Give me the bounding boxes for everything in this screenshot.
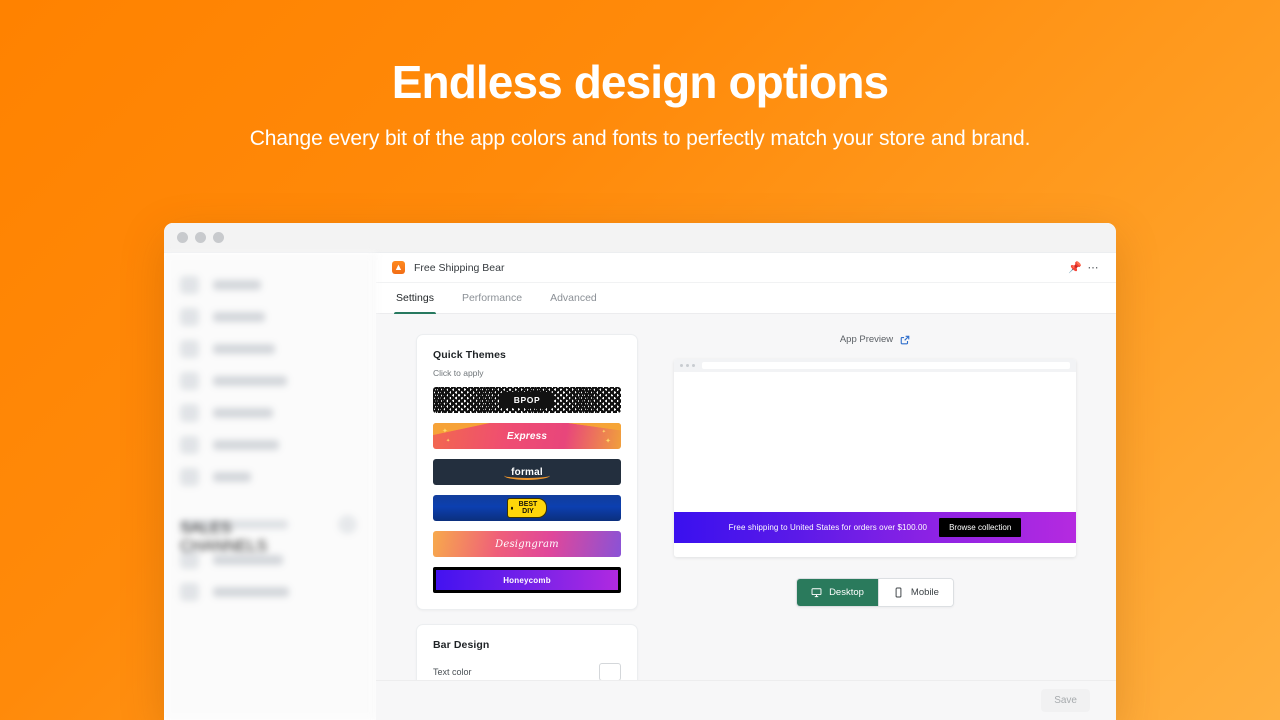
sparkle-icon: ✦ [446,438,451,444]
bar-design-title: Bar Design [433,639,490,651]
sidebar-item-label: Customers [213,375,287,386]
browser-dot [692,364,695,367]
tab-settings[interactable]: Settings [382,283,448,314]
sidebar-item-home[interactable]: Home [164,269,375,300]
settings-column: Quick Themes Click to apply BPOP ✦ ✦ ✦ ✦… [376,334,638,720]
app-header: ▲ Free Shipping Bear 📌 ⋯ [376,253,1116,283]
preview-column: App Preview Free shipping to United Stat… [638,334,1116,720]
window-titlebar [164,223,1116,253]
theme-label: Designgram [495,538,559,550]
price-tag-icon: BEST DIY [506,498,548,518]
external-link-icon[interactable] [900,335,910,345]
browse-collection-button[interactable]: Browse collection [939,518,1022,537]
text-color-swatch[interactable] [599,663,621,681]
theme-option-designgram[interactable]: Designgram [433,531,621,557]
sidebar-item-label: Discounts [213,439,279,450]
analytics-icon [180,403,199,422]
theme-label: BPOP [499,392,555,408]
theme-option-formal[interactable]: formal [433,459,621,485]
theme-option-express[interactable]: ✦ ✦ ✦ ✦ Express [433,423,621,449]
device-label: Mobile [910,587,939,598]
honeycomb-inner: Honeycomb [436,570,618,590]
tab-bar: Settings Performance Advanced [376,283,1116,314]
announcement-text: Free shipping to United States for order… [728,523,928,532]
text-color-label: Text color [433,667,472,677]
preview-header: App Preview [674,334,1076,345]
sparkle-icon: ✦ [601,429,606,435]
sidebar-item-analytics[interactable]: Analytics [164,397,375,428]
online-store-icon [180,550,199,569]
sidebar-section-sales-channels: SALES CHANNELS [164,493,375,555]
sidebar-item-discounts[interactable]: Discounts [164,429,375,460]
hero-section: Endless design options Change every bit … [0,0,1280,151]
sidebar-section-label: SALES CHANNELS [180,520,288,555]
theme-option-bpop[interactable]: BPOP [433,387,621,413]
main-panel: ▲ Free Shipping Bear 📌 ⋯ Settings Perfor… [376,253,1116,720]
discounts-icon [180,435,199,454]
theme-label: Express [506,430,548,442]
sidebar-item-label: Apps [213,471,251,482]
quick-themes-subtitle: Click to apply [433,368,484,378]
sidebar-item-products[interactable]: Products [164,333,375,364]
page-title: Endless design options [391,56,889,108]
sidebar-item-apps[interactable]: Apps [164,461,375,492]
footer-bar: Save [376,680,1116,720]
close-button[interactable] [177,232,188,243]
sidebar-item-point-of-sale[interactable]: Point of sale [164,576,375,607]
bear-icon: ▲ [392,261,405,274]
apps-icon [180,467,199,486]
products-icon [180,339,199,358]
pin-icon[interactable]: 📌 [1066,259,1084,277]
settings-content: Quick Themes Click to apply BPOP ✦ ✦ ✦ ✦… [376,314,1116,720]
app-title: Free Shipping Bear [414,261,505,274]
home-icon [180,275,199,294]
more-options-icon[interactable]: ⋯ [1084,259,1102,277]
sparkle-icon: ✦ [442,428,448,435]
page-subtitle: Change every bit of the app colors and f… [249,126,1031,150]
tab-performance[interactable]: Performance [448,283,536,313]
shopify-sidebar: Home Orders Products Customers Analytics… [164,253,376,720]
device-label: Desktop [829,587,864,598]
sidebar-item-label: Products [213,343,275,354]
theme-label: formal [511,466,543,478]
browser-dot [686,364,689,367]
sparkle-icon: ✦ [605,438,611,445]
preview-browser-mock: Free shipping to United States for order… [674,359,1076,557]
save-button[interactable]: Save [1041,689,1090,712]
theme-label: BEST [518,500,538,508]
point-of-sale-icon [180,582,199,601]
preview-canvas [674,372,1076,512]
sidebar-item-label: Home [213,279,261,290]
quick-themes-card: Quick Themes Click to apply BPOP ✦ ✦ ✦ ✦… [416,334,638,610]
sidebar-item-label: Orders [213,311,265,322]
device-desktop-button[interactable]: Desktop [797,579,878,606]
preview-browser-bar [674,359,1076,372]
maximize-button[interactable] [213,232,224,243]
sidebar-item-label: Point of sale [213,586,289,597]
announcement-bar: Free shipping to United States for order… [674,512,1076,543]
quick-themes-title: Quick Themes [433,349,506,361]
device-toggle: Desktop Mobile [674,578,1076,607]
sidebar-item-customers[interactable]: Customers [164,365,375,396]
sidebar-item-orders[interactable]: Orders [164,301,375,332]
theme-option-best-diy[interactable]: BEST DIY [433,495,621,521]
sidebar-item-label: Online store [213,554,283,565]
sidebar-item-label: Analytics [213,407,273,418]
add-channel-button[interactable] [338,515,357,534]
theme-label: Honeycomb [503,575,551,585]
minimize-button[interactable] [195,232,206,243]
browser-url-bar [702,362,1070,369]
preview-title: App Preview [839,334,894,345]
theme-label: DIY [522,508,534,515]
text-color-row: Text color [433,663,621,681]
customers-icon [180,371,199,390]
preview-footer-strip [674,543,1076,557]
browser-dot [680,364,683,367]
theme-option-honeycomb[interactable]: Honeycomb [433,567,621,593]
orders-icon [180,307,199,326]
tab-advanced[interactable]: Advanced [536,283,611,313]
app-window: Home Orders Products Customers Analytics… [164,223,1116,720]
device-mobile-button[interactable]: Mobile [877,579,953,606]
